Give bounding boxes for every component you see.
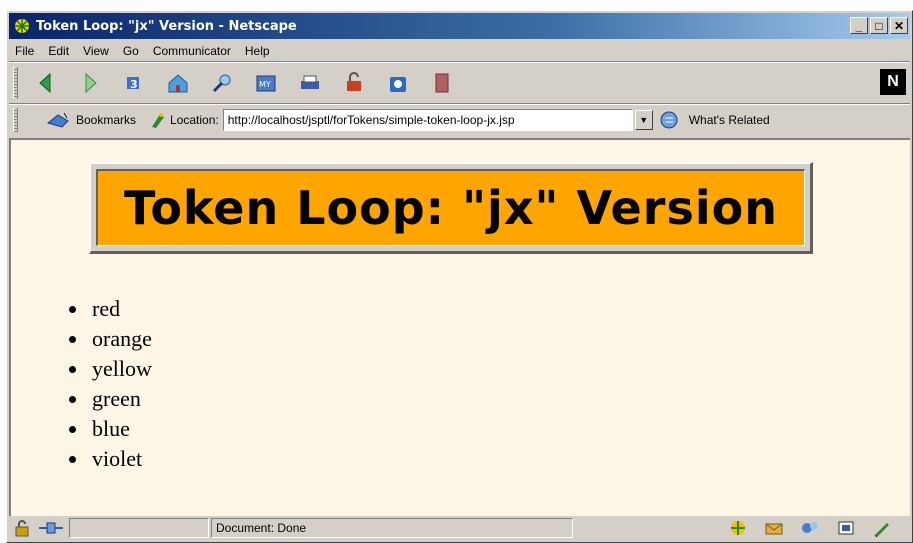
location-label-group: Location: [150, 111, 219, 129]
chevron-down-icon: ▼ [639, 115, 649, 125]
heading-banner: Token Loop: "jx" Version [89, 162, 813, 254]
progress-cell [69, 518, 209, 538]
status-bar: Document: Done [9, 516, 910, 540]
status-text-cell: Document: Done [211, 518, 573, 538]
bookmarks-label: Bookmarks [76, 113, 137, 127]
whats-related-button[interactable]: What's Related [659, 110, 770, 130]
url-dropdown-button[interactable]: ▼ [634, 110, 653, 130]
forward-icon[interactable] [78, 71, 102, 95]
list-item: red [61, 294, 152, 324]
search-icon[interactable] [210, 71, 234, 95]
window-title: Token Loop: "jx" Version - Netscape [36, 18, 297, 34]
reload-icon[interactable]: 3 [122, 71, 146, 95]
toolbar-grip[interactable] [13, 108, 18, 132]
list-item-text: green [92, 386, 141, 411]
address-book-icon[interactable] [836, 518, 856, 538]
menu-edit[interactable]: Edit [48, 44, 69, 58]
minimize-button[interactable]: _ [850, 17, 868, 34]
list-item: green [61, 384, 152, 414]
component-bar [720, 518, 900, 538]
svg-text:MY: MY [259, 80, 271, 89]
bookmarks-icon [46, 111, 72, 129]
list-item: violet [61, 444, 152, 474]
bullet-icon [69, 425, 76, 433]
bookmarks-button[interactable]: Bookmarks [24, 111, 136, 129]
home-icon[interactable] [166, 71, 190, 95]
whats-related-label: What's Related [688, 113, 770, 127]
svg-text:3: 3 [130, 78, 138, 91]
status-text: Document: Done [216, 521, 307, 535]
menu-help[interactable]: Help [245, 44, 270, 58]
back-icon[interactable] [34, 71, 58, 95]
menu-bar: File Edit View Go Communicator Help [9, 41, 910, 61]
list-item-text: red [92, 296, 121, 321]
maximize-button[interactable]: □ [870, 17, 888, 34]
list-item-text: blue [92, 416, 130, 441]
netscape-logo[interactable]: N [880, 69, 906, 95]
url-input[interactable]: http://localhost/jsptl/forTokens/simple-… [222, 109, 633, 131]
location-label: Location: [170, 113, 219, 127]
toolbar-grip[interactable] [13, 67, 18, 99]
close-button[interactable]: ✕ [890, 17, 908, 34]
whats-related-icon [659, 110, 685, 130]
bullet-icon [69, 305, 76, 313]
connection-icon [37, 519, 65, 537]
my-netscape-icon[interactable]: MY [254, 71, 278, 95]
newsgroups-icon[interactable] [800, 518, 820, 538]
list-item-text: yellow [92, 356, 152, 381]
menu-view[interactable]: View [83, 44, 109, 58]
list-item: orange [61, 324, 152, 354]
browser-window: Token Loop: "jx" Version - Netscape _ □ … [6, 10, 913, 543]
shop-icon[interactable] [386, 71, 410, 95]
stop-icon[interactable] [430, 71, 454, 95]
mail-icon[interactable] [764, 518, 784, 538]
navigator-icon[interactable] [728, 518, 748, 538]
navigation-toolbar: 3 MY N [9, 63, 910, 103]
location-toolbar: Bookmarks Location: http://localhost/jsp… [9, 105, 910, 135]
composer-icon[interactable] [872, 518, 892, 538]
heading-cell: Token Loop: "jx" Version [96, 169, 805, 246]
list-item: blue [61, 414, 152, 444]
netscape-app-icon [13, 17, 31, 35]
menu-communicator[interactable]: Communicator [153, 44, 231, 58]
title-bar[interactable]: Token Loop: "jx" Version - Netscape _ □ … [9, 13, 910, 39]
security-icon[interactable] [342, 71, 366, 95]
location-icon [150, 111, 166, 129]
bullet-icon [69, 455, 76, 463]
bullet-icon [69, 335, 76, 343]
bullet-icon [69, 365, 76, 373]
menu-file[interactable]: File [15, 44, 34, 58]
security-lock-icon[interactable] [13, 519, 33, 537]
page-heading: Token Loop: "jx" Version [124, 181, 778, 235]
list-item: yellow [61, 354, 152, 384]
print-icon[interactable] [298, 71, 322, 95]
list-item-text: violet [92, 446, 143, 471]
color-list: red orange yellow green blue violet [61, 294, 152, 474]
bullet-icon [69, 395, 76, 403]
page-content: Token Loop: "jx" Version red orange yell… [9, 138, 910, 516]
list-item-text: orange [92, 326, 152, 351]
menu-go[interactable]: Go [123, 44, 139, 58]
